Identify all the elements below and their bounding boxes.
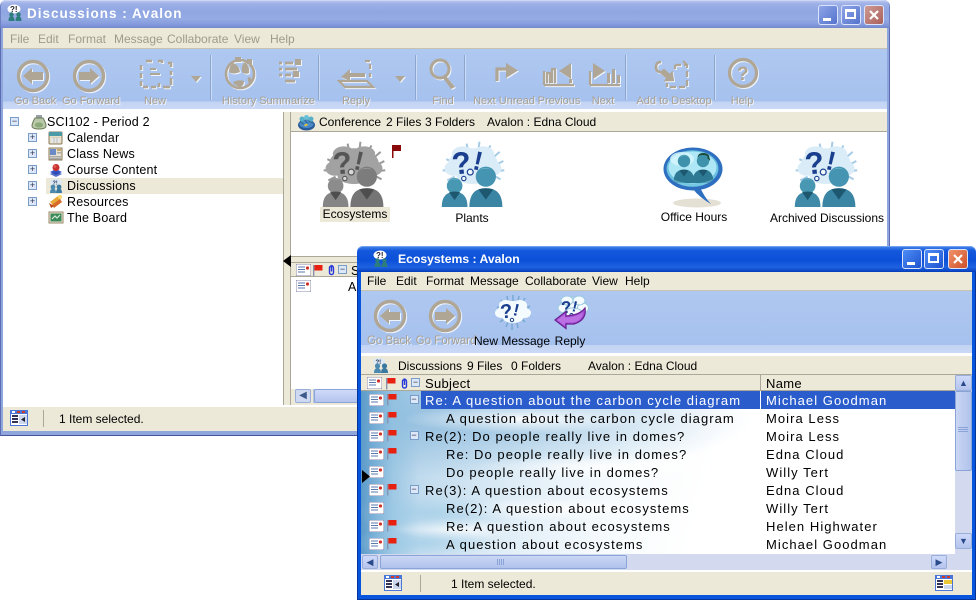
svg-text:?: ?	[803, 145, 826, 182]
svg-text:?: ?	[450, 145, 473, 182]
svg-text:?: ?	[737, 64, 749, 85]
svg-text:?: ?	[331, 145, 354, 182]
